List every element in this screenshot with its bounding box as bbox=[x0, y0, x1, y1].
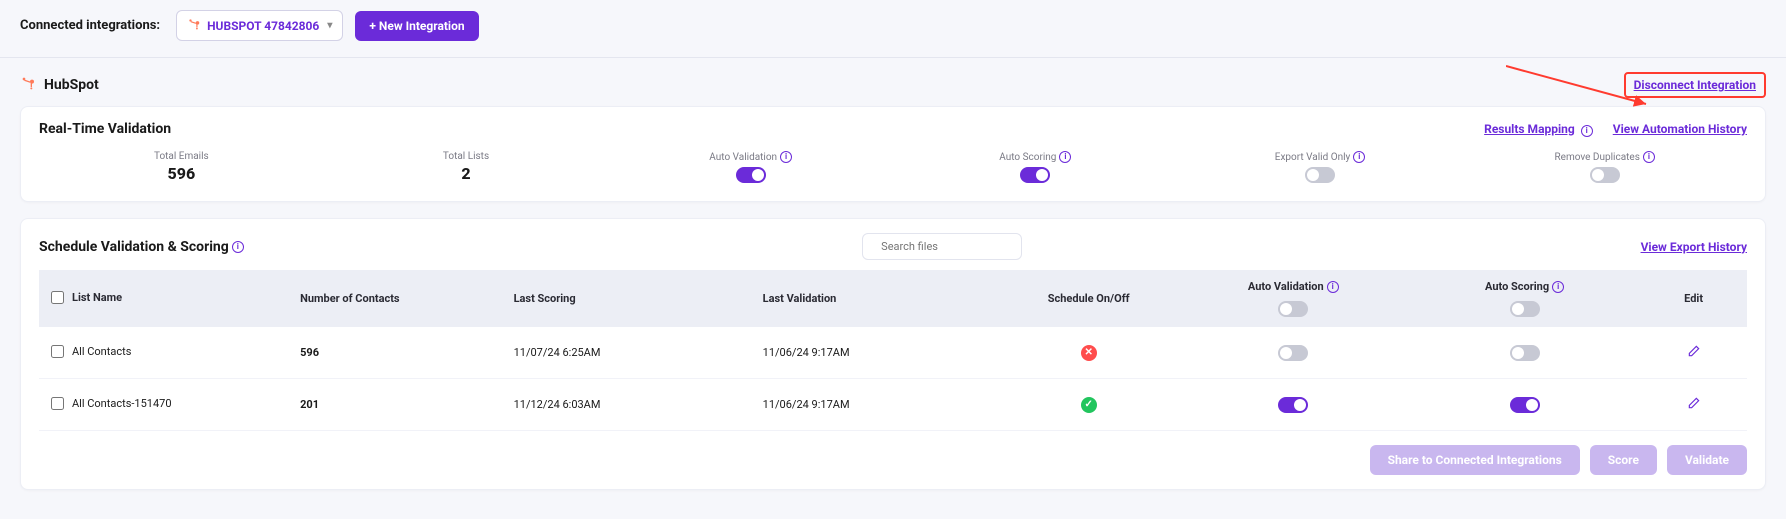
realtime-title: Real-Time Validation bbox=[39, 121, 171, 137]
view-export-history-link[interactable]: View Export History bbox=[1641, 240, 1747, 254]
info-icon[interactable]: i bbox=[1353, 151, 1365, 163]
metric-value: 2 bbox=[324, 164, 609, 183]
col-auto-validation: Auto Validation bbox=[1248, 280, 1324, 293]
metric-total-emails: Total Emails 596 bbox=[39, 151, 324, 183]
metric-value: 596 bbox=[39, 164, 324, 183]
chevron-down-icon: ▾ bbox=[327, 20, 332, 31]
info-icon[interactable]: i bbox=[1643, 151, 1655, 163]
metric-auto-validation: Auto Validationi bbox=[608, 151, 893, 183]
row-auto-scoring-toggle[interactable] bbox=[1510, 397, 1540, 413]
col-edit: Edit bbox=[1640, 270, 1747, 327]
integration-header: HubSpot Disconnect Integration bbox=[20, 72, 1766, 98]
info-icon[interactable]: i bbox=[1581, 125, 1593, 137]
row-last-scoring: 11/07/24 6:25AM bbox=[502, 327, 751, 379]
metric-auto-scoring: Auto Scoringi bbox=[893, 151, 1178, 183]
table-row: All Contacts-151470 201 11/12/24 6:03AM11/… bbox=[39, 379, 1747, 431]
hubspot-icon bbox=[187, 17, 201, 34]
metric-label: Total Lists bbox=[324, 151, 609, 162]
metric-remove-duplicates: Remove Duplicatesi bbox=[1462, 151, 1747, 183]
row-list-name: All Contacts-151470 bbox=[72, 397, 172, 410]
metric-total-lists: Total Lists 2 bbox=[324, 151, 609, 183]
row-auto-scoring-toggle[interactable] bbox=[1510, 345, 1540, 361]
table-header: List Name Number of Contacts Last Scorin… bbox=[39, 270, 1747, 327]
metric-label: Auto Validation bbox=[709, 152, 777, 163]
schedule-table: List Name Number of Contacts Last Scorin… bbox=[39, 270, 1747, 431]
metric-label: Total Emails bbox=[39, 151, 324, 162]
auto-validation-toggle[interactable] bbox=[736, 167, 766, 183]
info-icon[interactable]: i bbox=[780, 151, 792, 163]
results-mapping-link[interactable]: Results Mapping bbox=[1484, 122, 1575, 136]
col-last-validation: Last Validation bbox=[751, 270, 1000, 327]
disconnect-integration-link[interactable]: Disconnect Integration bbox=[1634, 78, 1756, 92]
page-body: HubSpot Disconnect Integration Real-Time… bbox=[0, 58, 1786, 514]
row-last-scoring: 11/12/24 6:03AM bbox=[502, 379, 751, 431]
header-auto-validation-toggle[interactable] bbox=[1278, 301, 1308, 317]
score-button[interactable]: Score bbox=[1590, 445, 1657, 475]
col-contacts: Number of Contacts bbox=[288, 270, 502, 327]
metric-label: Auto Scoring bbox=[999, 152, 1056, 163]
integration-chip[interactable]: HUBSPOT 47842806 ▾ bbox=[176, 10, 343, 41]
row-checkbox[interactable] bbox=[51, 345, 64, 358]
new-integration-button[interactable]: + New Integration bbox=[355, 11, 478, 41]
row-last-validation: 11/06/24 9:17AM bbox=[751, 327, 1000, 379]
hubspot-icon bbox=[20, 75, 36, 95]
table-row: All Contacts 596 11/07/24 6:25AM11/06/24 9… bbox=[39, 327, 1747, 379]
metric-label: Remove Duplicates bbox=[1555, 152, 1640, 163]
realtime-card: Real-Time Validation Results Mapping i V… bbox=[20, 106, 1766, 202]
row-last-validation: 11/06/24 9:17AM bbox=[751, 379, 1000, 431]
integration-chip-label: HUBSPOT 47842806 bbox=[207, 19, 319, 33]
select-all-checkbox[interactable] bbox=[51, 291, 64, 304]
search-box[interactable] bbox=[862, 233, 1022, 260]
status-off-icon: ✕ bbox=[1081, 345, 1097, 361]
schedule-title: Schedule Validation & Scoring bbox=[39, 239, 229, 255]
row-auto-validation-toggle[interactable] bbox=[1278, 345, 1308, 361]
bulk-actions: Share to Connected Integrations Score Va… bbox=[39, 445, 1747, 475]
info-icon[interactable]: i bbox=[232, 241, 244, 253]
schedule-card-header: Schedule Validation & Scoringi View Expo… bbox=[39, 233, 1747, 260]
search-input[interactable] bbox=[881, 240, 1021, 253]
edit-row-button[interactable] bbox=[1687, 400, 1701, 413]
connected-integrations-label: Connected integrations: bbox=[20, 18, 160, 33]
col-list-name: List Name bbox=[72, 291, 122, 304]
realtime-links: Results Mapping i View Automation Histor… bbox=[1484, 122, 1747, 137]
view-automation-history-link[interactable]: View Automation History bbox=[1613, 122, 1747, 136]
status-on-icon: ✓ bbox=[1081, 397, 1097, 413]
export-valid-only-toggle[interactable] bbox=[1305, 167, 1335, 183]
schedule-card: Schedule Validation & Scoringi View Expo… bbox=[20, 218, 1766, 490]
row-contacts: 201 bbox=[300, 398, 319, 411]
integration-name: HubSpot bbox=[44, 77, 99, 93]
remove-duplicates-toggle[interactable] bbox=[1590, 167, 1620, 183]
metric-label: Export Valid Only bbox=[1275, 152, 1350, 163]
col-last-scoring: Last Scoring bbox=[502, 270, 751, 327]
validate-button[interactable]: Validate bbox=[1667, 445, 1747, 475]
share-button[interactable]: Share to Connected Integrations bbox=[1370, 445, 1580, 475]
row-auto-validation-toggle[interactable] bbox=[1278, 397, 1308, 413]
col-auto-scoring: Auto Scoring bbox=[1485, 280, 1549, 293]
top-bar: Connected integrations: HUBSPOT 47842806… bbox=[0, 0, 1786, 58]
edit-row-button[interactable] bbox=[1687, 348, 1701, 361]
row-checkbox[interactable] bbox=[51, 397, 64, 410]
info-icon[interactable]: i bbox=[1552, 281, 1564, 293]
table-body: All Contacts 596 11/07/24 6:25AM11/06/24 9… bbox=[39, 327, 1747, 431]
row-list-name: All Contacts bbox=[72, 345, 131, 358]
info-icon[interactable]: i bbox=[1327, 281, 1339, 293]
integration-title: HubSpot bbox=[20, 75, 99, 95]
metric-export-valid-only: Export Valid Onlyi bbox=[1178, 151, 1463, 183]
info-icon[interactable]: i bbox=[1059, 151, 1071, 163]
realtime-metrics: Total Emails 596 Total Lists 2 Auto Vali… bbox=[39, 147, 1747, 187]
header-auto-scoring-toggle[interactable] bbox=[1510, 301, 1540, 317]
row-contacts: 596 bbox=[300, 346, 319, 359]
disconnect-highlight-box: Disconnect Integration bbox=[1624, 72, 1766, 98]
realtime-card-header: Real-Time Validation Results Mapping i V… bbox=[39, 121, 1747, 137]
auto-scoring-toggle[interactable] bbox=[1020, 167, 1050, 183]
col-schedule-onoff: Schedule On/Off bbox=[1000, 270, 1178, 327]
